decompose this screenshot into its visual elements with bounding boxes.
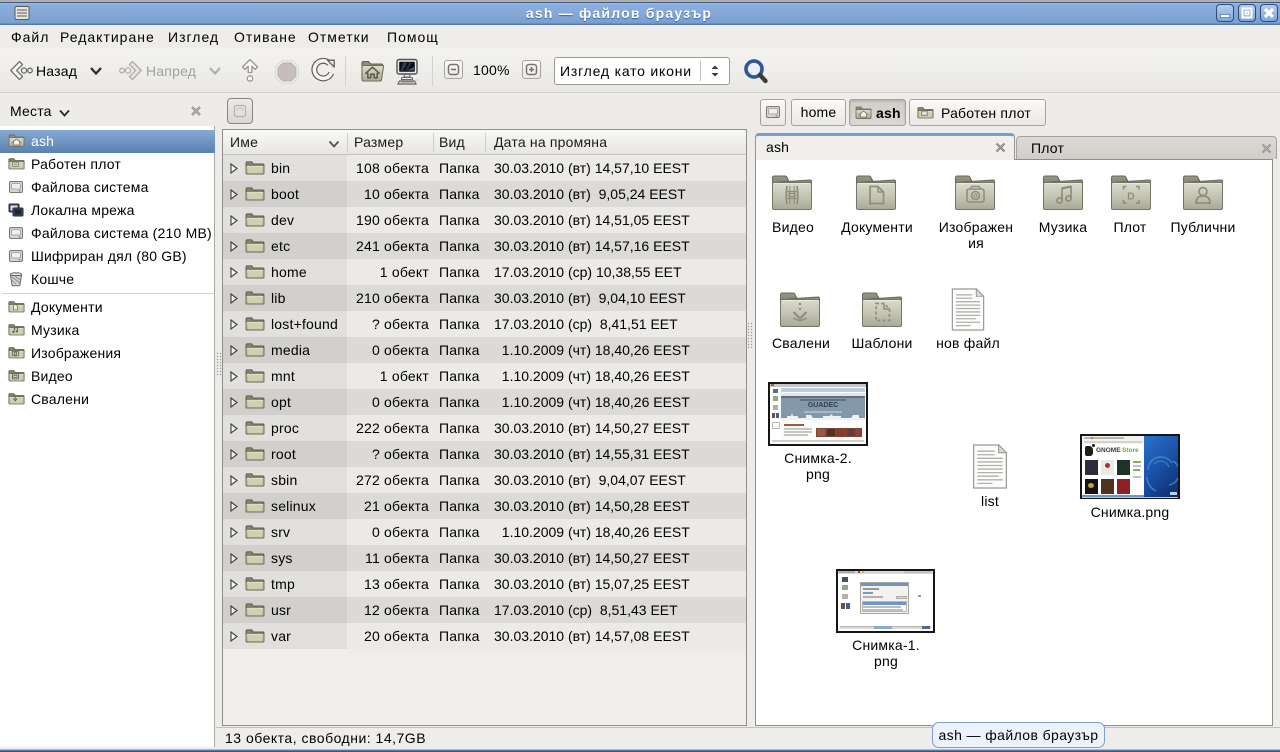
- svg-text:D: D: [1127, 191, 1135, 203]
